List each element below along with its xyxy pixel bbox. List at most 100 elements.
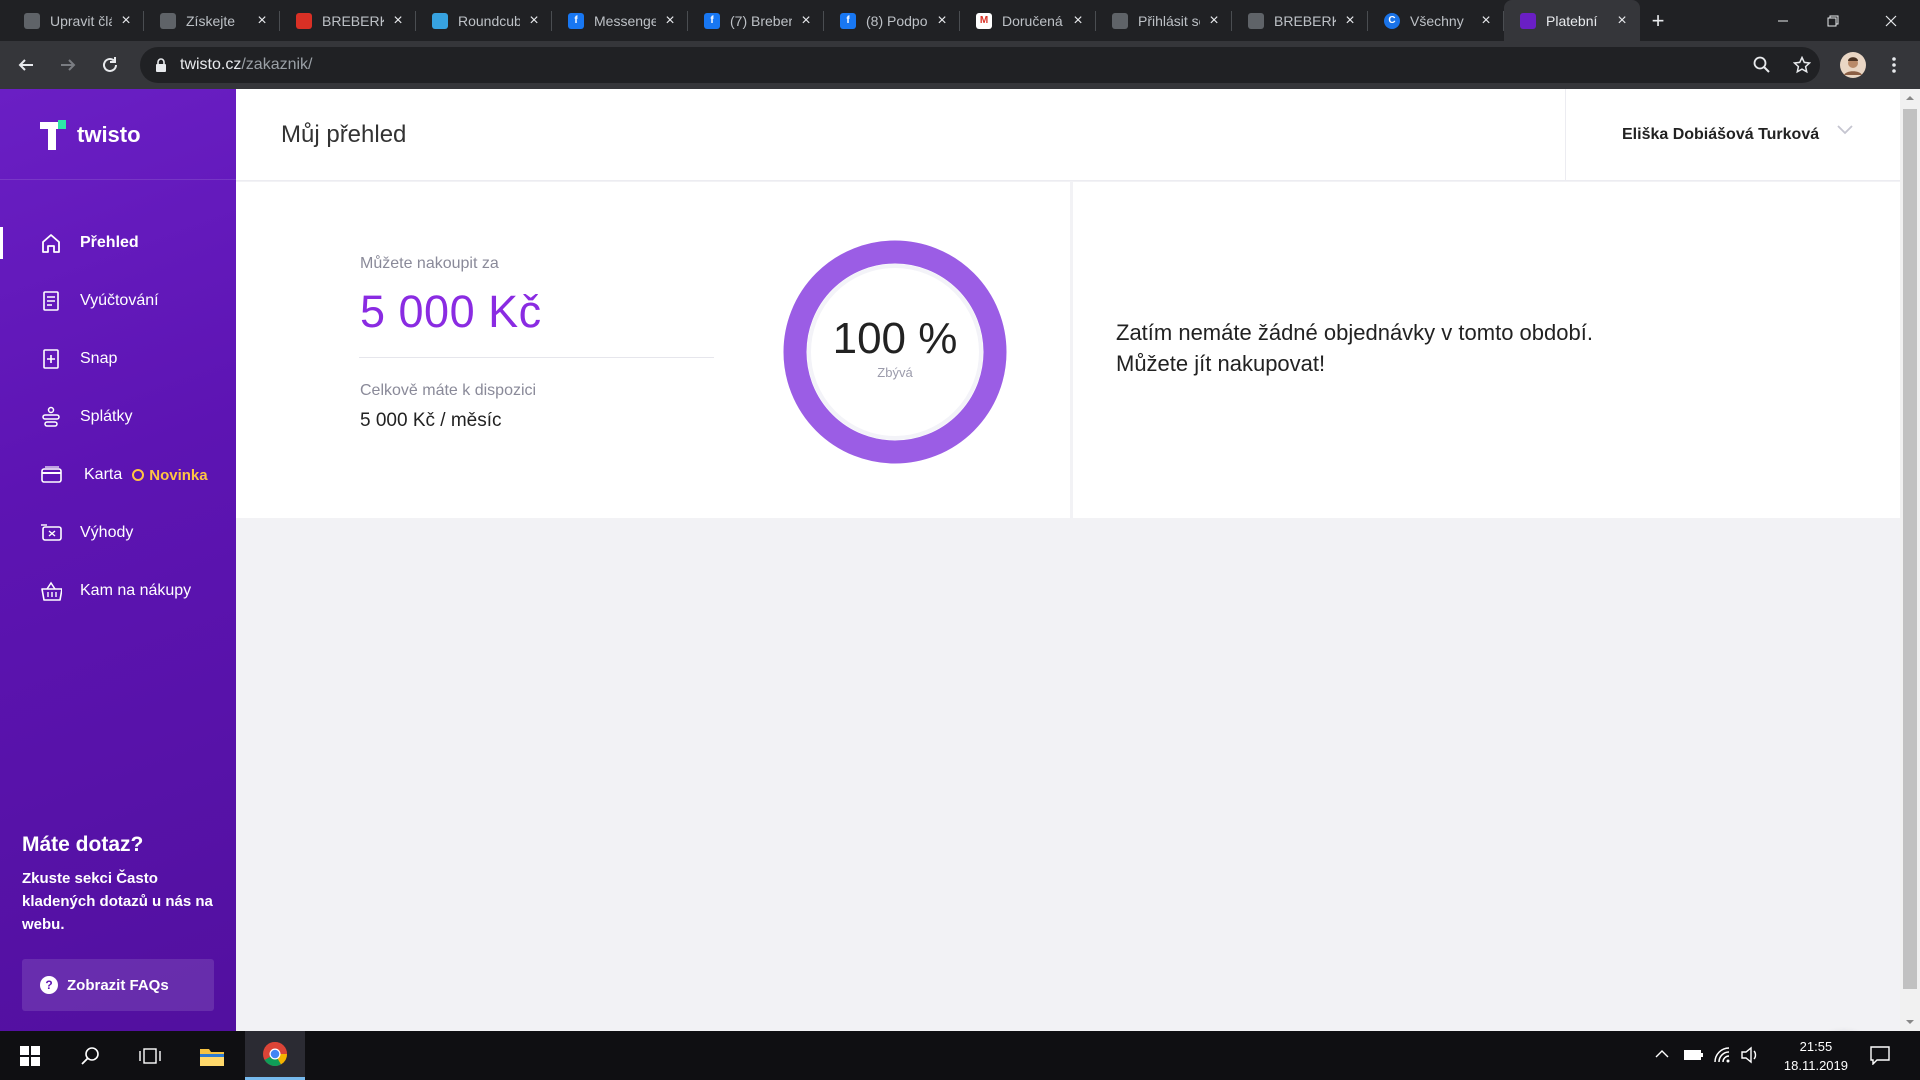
browser-tab-title: Messenger: [594, 12, 656, 29]
browser-tab-title: BREBERKY: [1274, 12, 1336, 29]
twisto-logo[interactable]: twisto: [40, 120, 141, 150]
browser-tab[interactable]: Získejte ×: [144, 0, 280, 41]
sidebar-item-vyhody[interactable]: Výhody: [0, 504, 236, 562]
new-tab-button[interactable]: +: [1640, 0, 1676, 41]
page-title: Můj přehled: [281, 121, 407, 148]
arrow-right-icon: [61, 59, 76, 71]
home-icon: [40, 232, 62, 254]
speaker-icon[interactable]: [1740, 1046, 1760, 1064]
back-button[interactable]: [6, 45, 46, 85]
empty-orders-message: Zatím nemáte žádné objednávky v tomto ob…: [1116, 317, 1593, 379]
facebook-icon: f: [568, 12, 584, 29]
reload-button[interactable]: [90, 45, 130, 85]
sidebar-item-kam-na-nakupy[interactable]: Kam na nákupy: [0, 562, 236, 620]
tab-close-icon[interactable]: ×: [1478, 12, 1494, 30]
show-faqs-button[interactable]: ? Zobrazit FAQs: [22, 959, 214, 1011]
tab-close-icon[interactable]: ×: [526, 12, 542, 30]
bookmark-button[interactable]: [1786, 49, 1818, 81]
tab-close-icon[interactable]: ×: [662, 12, 678, 30]
page-header: Můj přehled Eliška Dobiášová Turková: [236, 89, 1900, 181]
page-scrollbar[interactable]: [1900, 89, 1920, 1031]
browser-tab-title: Všechny: [1410, 12, 1464, 29]
browser-tab[interactable]: Platební ×: [1504, 0, 1640, 41]
tab-close-icon[interactable]: ×: [1070, 12, 1086, 30]
tab-close-icon[interactable]: ×: [118, 12, 134, 30]
browser-tab-title: Upravit článek: [50, 12, 112, 29]
browser-tab-title: Platební: [1546, 12, 1598, 29]
total-label: Celkově máte k dispozici: [360, 382, 537, 399]
task-view-button[interactable]: [120, 1031, 180, 1080]
close-window-button[interactable]: [1862, 0, 1920, 41]
windows-taskbar: 21:55 18.11.2019: [0, 1031, 1920, 1080]
browser-tab[interactable]: M Doručená pošta ×: [960, 0, 1096, 41]
new-badge: Novinka: [132, 467, 208, 484]
lock-icon: [156, 58, 166, 72]
tab-close-icon[interactable]: ×: [1342, 12, 1358, 30]
browser-tab[interactable]: BREBERKY ×: [1232, 0, 1368, 41]
minimize-icon: [1778, 20, 1788, 21]
user-menu[interactable]: Eliška Dobiášová Turková: [1565, 89, 1900, 181]
tab-close-icon[interactable]: ×: [254, 12, 270, 30]
browser-tab[interactable]: f (7) Breberky ×: [688, 0, 824, 41]
search-button[interactable]: [60, 1031, 120, 1080]
sidebar-item-prehled[interactable]: Přehled: [0, 214, 236, 272]
gear-site-icon: [24, 12, 40, 29]
browser-tab[interactable]: Upravit článek ×: [8, 0, 144, 41]
address-bar[interactable]: twisto.cz/zakaznik/: [140, 47, 1820, 83]
battery-icon[interactable]: [1683, 1048, 1705, 1062]
start-button[interactable]: [0, 1031, 60, 1080]
browser-menu-button[interactable]: [1878, 49, 1910, 81]
tab-close-icon[interactable]: ×: [1206, 12, 1222, 30]
badge-ring-icon: [132, 469, 145, 481]
taskbar-file-explorer[interactable]: [182, 1031, 242, 1080]
divider: [359, 357, 714, 358]
profile-avatar[interactable]: [1837, 49, 1869, 81]
browser-tab-title: (8) Podpora: [866, 12, 928, 29]
wifi-icon[interactable]: [1713, 1046, 1733, 1064]
folder-icon: [200, 1048, 224, 1066]
notification-icon[interactable]: [1869, 1045, 1891, 1065]
breberky-icon: [296, 12, 312, 29]
browser-tab[interactable]: Přihlásit se ×: [1096, 0, 1232, 41]
scrollbar-thumb[interactable]: [1903, 109, 1917, 989]
browser-tab[interactable]: f (8) Podpora ×: [824, 0, 960, 41]
forward-button[interactable]: [48, 45, 88, 85]
sidebar-item-karta[interactable]: Karta Novinka: [0, 446, 236, 504]
tab-close-icon[interactable]: ×: [798, 12, 814, 30]
question-icon: ?: [40, 976, 58, 994]
sidebar-item-label: Splátky: [80, 408, 133, 425]
url-path: /zakaznik/: [241, 56, 313, 73]
page-viewport: twisto Přehled Vyúčtování Snap Splátky K…: [0, 89, 1900, 1031]
sidebar-item-vyuctovani[interactable]: Vyúčtování: [0, 272, 236, 330]
sidebar-item-label: Karta: [84, 466, 123, 483]
tab-close-icon[interactable]: ×: [934, 12, 950, 30]
sidebar-item-snap[interactable]: Snap: [0, 330, 236, 388]
twisto-logo-icon: [40, 120, 68, 150]
browser-tab[interactable]: BREBERKY ×: [280, 0, 416, 41]
sidebar-item-label: Vyúčtování: [80, 292, 159, 309]
benefits-icon: [40, 522, 62, 544]
browser-tab[interactable]: Roundcube ×: [416, 0, 552, 41]
chevron-up-icon[interactable]: [1654, 1046, 1670, 1062]
tab-close-icon[interactable]: ×: [390, 12, 406, 30]
chevron-down-icon: [1837, 125, 1853, 135]
sidebar-item-splatky[interactable]: Splátky: [0, 388, 236, 446]
system-clock[interactable]: 21:55 18.11.2019: [1784, 1037, 1848, 1075]
brand-name: twisto: [77, 122, 141, 147]
taskbar-chrome[interactable]: [245, 1031, 305, 1080]
kebab-menu-icon: [1892, 57, 1896, 73]
tab-close-icon[interactable]: ×: [1614, 12, 1630, 30]
orders-card: Zatím nemáte žádné objednávky v tomto ob…: [1073, 182, 1900, 518]
zoom-button[interactable]: [1746, 49, 1778, 81]
windows-logo-icon: [20, 1045, 40, 1066]
browser-tab-title: BREBERKY: [322, 12, 384, 29]
card-icon: [40, 464, 62, 486]
browser-toolbar: twisto.cz/zakaznik/: [0, 41, 1920, 89]
browser-tab[interactable]: f Messenger ×: [552, 0, 688, 41]
sidebar-divider: [0, 179, 236, 180]
browser-tab[interactable]: C Všechny ×: [1368, 0, 1504, 41]
faq-section: Máte dotaz? Zkuste sekci Často kladených…: [22, 833, 222, 936]
facebook-icon: f: [704, 12, 720, 29]
user-name: Eliška Dobiášová Turková: [1622, 126, 1820, 143]
restore-button[interactable]: [1804, 0, 1862, 41]
